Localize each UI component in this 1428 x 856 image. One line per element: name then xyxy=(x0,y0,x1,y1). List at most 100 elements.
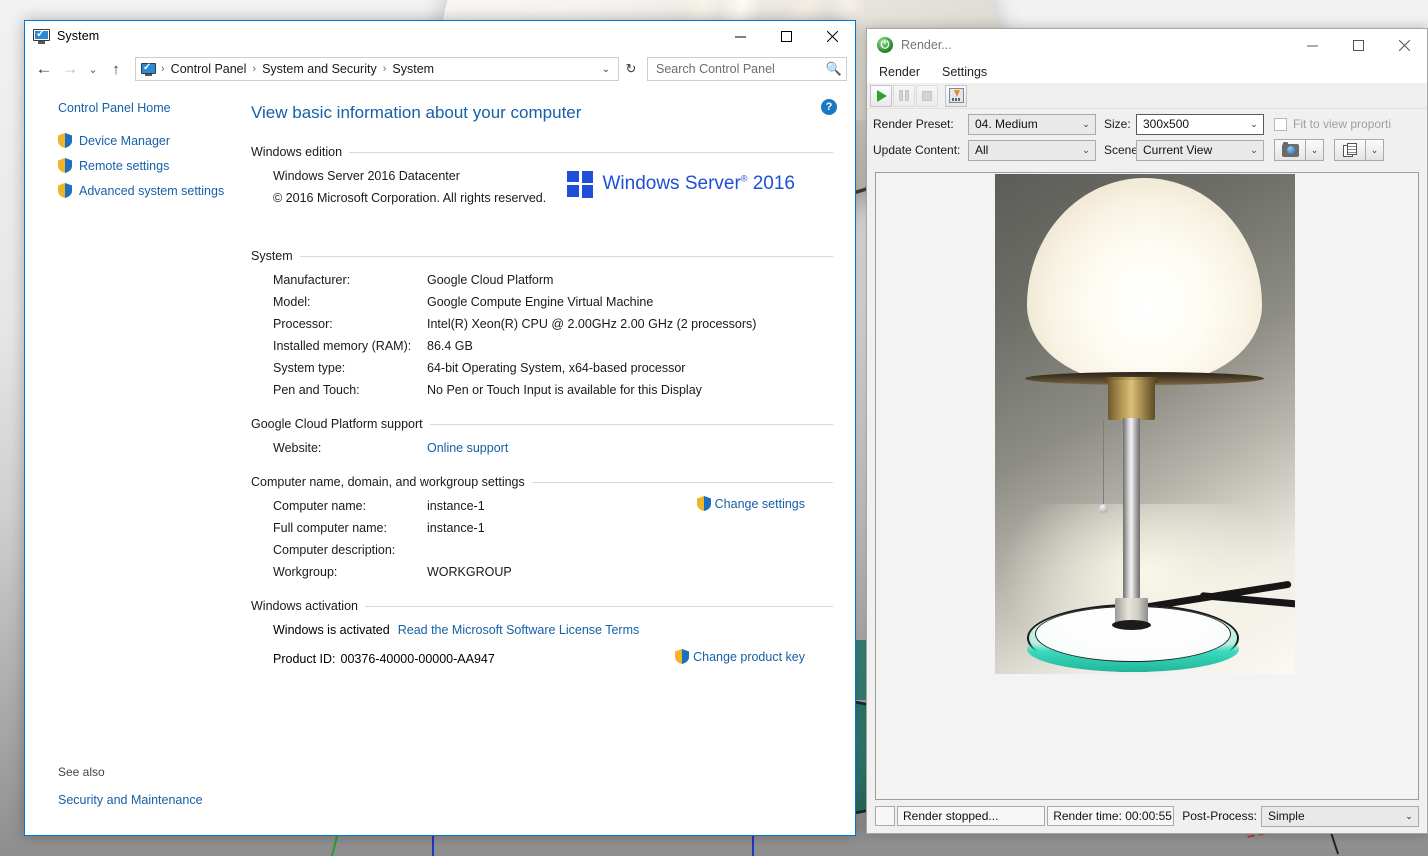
change-product-key-label: Change product key xyxy=(693,649,805,664)
lamp-base-socket-ring xyxy=(1112,620,1151,630)
change-settings-link[interactable]: Change settings xyxy=(696,496,805,511)
address-bar[interactable]: ✓ › Control Panel › System and Security … xyxy=(135,57,619,81)
product-id-label: Product ID: xyxy=(273,652,336,666)
render-window[interactable]: ⏻ Render... Render Settings Render Prese… xyxy=(866,28,1428,834)
section-header-system: System xyxy=(251,249,833,263)
sidebar-item-label: Advanced system settings xyxy=(79,183,225,198)
scene-dropdown[interactable]: Current View ⌄ xyxy=(1136,139,1264,161)
menu-settings[interactable]: Settings xyxy=(940,65,989,79)
render-canvas[interactable] xyxy=(875,172,1419,800)
sidebar-item-device-manager[interactable]: Device Manager xyxy=(58,133,251,148)
render-toolbar[interactable] xyxy=(867,83,1427,109)
row-value: 64-bit Operating System, x64-based proce… xyxy=(427,361,686,375)
close-button[interactable] xyxy=(809,21,855,51)
search-input[interactable] xyxy=(654,61,824,77)
update-content-dropdown[interactable]: All ⌄ xyxy=(968,139,1096,161)
windows-flag-icon xyxy=(567,171,594,199)
post-process-dropdown[interactable]: Simple ⌄ xyxy=(1260,805,1419,827)
stop-render-button[interactable] xyxy=(916,84,938,107)
render-window-title: Render... xyxy=(901,38,952,52)
row-key: Website: xyxy=(273,441,322,455)
sidebar-item-remote-settings[interactable]: Remote settings xyxy=(58,158,251,173)
status-indicator-box xyxy=(875,806,895,826)
table-row: System type: 64-bit Operating System, x6… xyxy=(251,357,833,379)
camera-button[interactable] xyxy=(1274,139,1306,161)
sidebar-item-label: Device Manager xyxy=(79,133,171,148)
menu-render[interactable]: Render xyxy=(877,65,922,79)
online-support-link[interactable]: Online support xyxy=(427,437,833,459)
table-row: Website: Online support xyxy=(251,437,833,459)
pause-render-button[interactable] xyxy=(893,84,915,107)
minimize-button[interactable] xyxy=(1289,30,1335,60)
change-product-key-link[interactable]: Change product key xyxy=(675,649,805,664)
system-window-titlebar[interactable]: ✓ System xyxy=(25,21,855,51)
row-key: Full computer name: xyxy=(273,521,387,535)
fit-to-view-checkbox[interactable] xyxy=(1274,117,1287,131)
row-value: instance-1 xyxy=(427,521,485,535)
system-monitor-icon: ✓ xyxy=(33,28,50,44)
row-value: WORKGROUP xyxy=(427,565,512,579)
recent-locations-icon[interactable]: ⌄ xyxy=(83,56,103,82)
up-one-level-icon[interactable]: ↑ xyxy=(103,56,129,82)
save-icon xyxy=(948,88,964,103)
row-key: Installed memory (RAM): xyxy=(273,339,412,353)
render-window-caption-buttons[interactable] xyxy=(1289,30,1427,60)
see-also-link-security-and-maintenance[interactable]: Security and Maintenance xyxy=(58,793,251,807)
size-dropdown[interactable]: 300x500 ⌄ xyxy=(1136,113,1264,135)
copy-dropdown-arrow[interactable]: ⌄ xyxy=(1366,139,1384,161)
close-button[interactable] xyxy=(1381,30,1427,60)
render-window-menubar[interactable]: Render Settings xyxy=(867,61,1427,83)
maximize-button[interactable] xyxy=(763,21,809,51)
fit-to-view-checkbox-row[interactable]: Fit to view proporti xyxy=(1264,117,1391,131)
change-settings-label: Change settings xyxy=(714,496,805,511)
section-header-computer-name: Computer name, domain, and workgroup set… xyxy=(251,475,833,489)
see-also-section: See also Security and Maintenance xyxy=(58,765,251,835)
render-preset-dropdown[interactable]: 04. Medium ⌄ xyxy=(968,113,1096,135)
refresh-icon[interactable]: ↻ xyxy=(619,57,643,81)
render-window-titlebar[interactable]: ⏻ Render... xyxy=(867,29,1427,61)
save-image-button[interactable] xyxy=(945,84,967,107)
row-key: Computer description: xyxy=(273,543,396,557)
system-control-panel-window[interactable]: ✓ System ← → ⌄ ↑ ✓ › Control Panel › Sys… xyxy=(24,20,856,836)
row-value xyxy=(427,539,833,561)
pause-icon xyxy=(899,90,909,101)
shield-icon xyxy=(696,496,711,511)
render-power-icon: ⏻ xyxy=(877,37,893,53)
lamp-brass-fitting xyxy=(1108,380,1155,420)
sidebar-item-control-panel-home[interactable]: Control Panel Home xyxy=(58,101,251,115)
camera-dropdown-arrow[interactable]: ⌄ xyxy=(1306,139,1324,161)
shield-icon xyxy=(58,158,72,173)
maximize-button[interactable] xyxy=(1335,30,1381,60)
render-preset-value: 04. Medium xyxy=(975,117,1038,131)
search-control-panel-box[interactable]: 🔍 xyxy=(647,57,847,81)
row-key: Model: xyxy=(273,295,311,309)
play-render-button[interactable] xyxy=(870,84,892,107)
help-icon[interactable]: ? xyxy=(821,99,837,115)
row-key: Workgroup: xyxy=(273,565,338,579)
forward-icon[interactable]: → xyxy=(57,56,83,82)
section-divider xyxy=(299,255,833,257)
search-icon[interactable]: 🔍 xyxy=(826,61,842,77)
render-status-message: Render stopped... xyxy=(897,806,1046,826)
license-terms-link[interactable]: Read the Microsoft Software License Term… xyxy=(398,619,640,641)
sidebar-item-advanced-system-settings[interactable]: Advanced system settings xyxy=(58,183,251,198)
control-panel-sidebar: Control Panel Home Device Manager Remote… xyxy=(25,87,251,835)
windows-server-logo: Windows Server® 2016 xyxy=(567,171,795,199)
copy-split-button[interactable]: ⌄ xyxy=(1334,139,1384,161)
row-value: Google Compute Engine Virtual Machine xyxy=(427,295,654,309)
minimize-button[interactable] xyxy=(717,21,763,51)
system-window-caption-buttons[interactable] xyxy=(717,21,855,51)
stop-icon xyxy=(922,90,932,101)
system-window-navigation-bar[interactable]: ← → ⌄ ↑ ✓ › Control Panel › System and S… xyxy=(25,51,855,87)
breadcrumb-item-system[interactable]: System xyxy=(389,62,437,76)
breadcrumb-item-system-and-security[interactable]: System and Security xyxy=(259,62,380,76)
copy-button[interactable] xyxy=(1334,139,1366,161)
camera-split-button[interactable]: ⌄ xyxy=(1274,139,1324,161)
render-controls-panel[interactable]: Render Preset: 04. Medium ⌄ Size: 300x50… xyxy=(867,109,1427,170)
back-icon[interactable]: ← xyxy=(31,56,57,82)
breadcrumb-item-control-panel[interactable]: Control Panel xyxy=(168,62,250,76)
address-bar-computer-icon: ✓ xyxy=(141,62,156,76)
size-value: 300x500 xyxy=(1143,117,1190,131)
address-bar-dropdown-icon[interactable]: ⌄ xyxy=(596,64,616,75)
breadcrumb-separator: › xyxy=(161,63,165,75)
